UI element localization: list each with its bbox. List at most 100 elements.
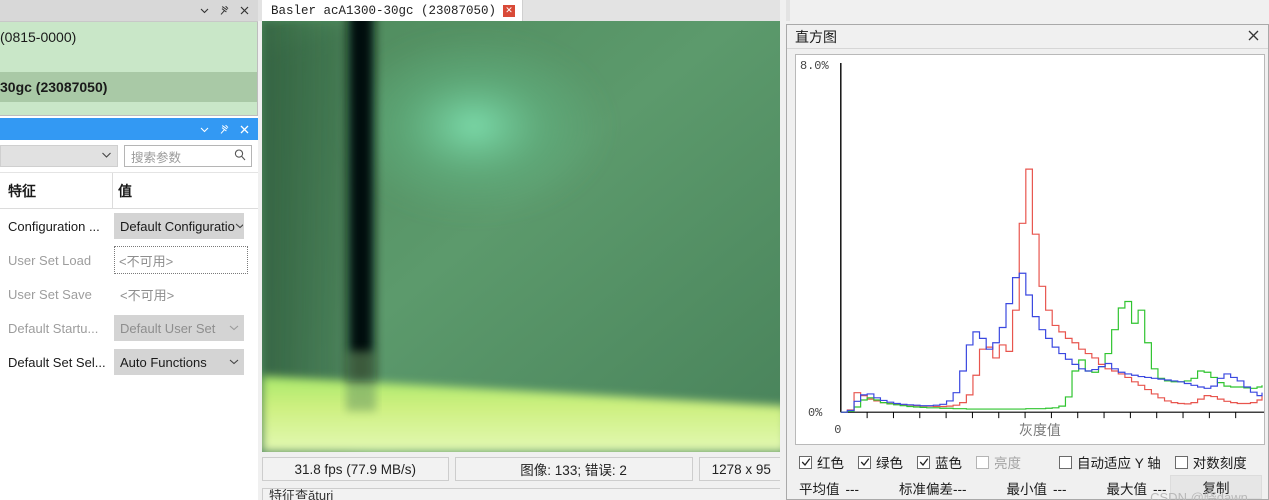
feature-value-text: <不可用> — [120, 287, 175, 303]
stat-max-value: --- — [1153, 482, 1167, 497]
stat-stddev-label: 标准偏差 — [899, 482, 953, 497]
stat-stddev: 标准偏差 --- — [899, 478, 967, 498]
table-row[interactable]: Configuration ... Default Configuratio — [0, 209, 258, 243]
checkbox-box — [976, 455, 989, 469]
column-header-value: 值 — [112, 173, 258, 208]
table-row[interactable]: User Set Save <不可用> — [0, 277, 258, 311]
search-input[interactable]: 搜索参数 — [124, 145, 252, 167]
device-panel-titlebar — [0, 0, 258, 22]
device-tree-item[interactable]: (0815-0000) — [0, 22, 257, 52]
feature-name: Default Startu... — [8, 320, 99, 336]
feature-value-select[interactable]: Default Configuratio — [114, 213, 244, 239]
table-row[interactable]: Default Startu... Default User Set — [0, 311, 258, 345]
histogram-window: 直方图 8.0% 0% 0 灰度值 红色 绿色 蓝色 亮度 自动适应 Y 轴 对… — [786, 24, 1269, 500]
histogram-controls: 红色 绿色 蓝色 亮度 自动适应 Y 轴 对数刻度 平均值 --- 标准偏差 -… — [787, 449, 1269, 500]
series-红色 — [840, 168, 1263, 413]
camera-live-image[interactable] — [262, 21, 786, 452]
feature-name: User Set Load — [8, 252, 92, 268]
chevron-down-icon — [101, 151, 112, 162]
feature-name: Default Set Sel... — [8, 354, 106, 370]
checkbox-box — [917, 455, 930, 469]
feature-value-text: Auto Functions — [120, 354, 207, 370]
chevron-down-icon — [235, 221, 243, 232]
close-icon[interactable] — [1247, 29, 1260, 45]
feature-name: User Set Save — [8, 286, 92, 302]
tab-label: Basler acA1300-30gc (23087050) — [271, 3, 497, 18]
camera-tabstrip: Basler acA1300-30gc (23087050) ✕ — [258, 0, 790, 21]
search-placeholder: 搜索参数 — [131, 150, 182, 165]
stat-mean: 平均值 --- — [799, 478, 859, 498]
search-icon — [233, 148, 247, 165]
close-icon[interactable] — [236, 3, 252, 19]
close-icon[interactable] — [236, 121, 252, 137]
checkbox-auto-fit-y-axis[interactable]: 自动适应 Y 轴 — [1059, 452, 1161, 472]
histogram-curves — [840, 168, 1263, 413]
checkbox-luminance: 亮度 — [976, 452, 1021, 472]
y-axis-min-label: 0% — [808, 406, 823, 420]
checkbox-label: 绿色 — [876, 456, 903, 471]
chevron-down-icon[interactable] — [196, 3, 212, 19]
parameters-toolbar: 搜索参数 — [0, 140, 258, 173]
pin-icon[interactable] — [216, 3, 232, 19]
camera-frame — [262, 21, 786, 452]
pin-icon[interactable] — [216, 121, 232, 137]
copy-button[interactable]: 复制 — [1170, 475, 1262, 499]
feature-value-text: <不可用> — [119, 253, 174, 269]
x-axis-label: 灰度值 — [1019, 422, 1061, 438]
checkbox-red[interactable]: 红色 — [799, 452, 844, 472]
y-axis-max-label: 8.0% — [800, 59, 830, 73]
camera-status-bar: 31.8 fps (77.9 MB/s) 图像: 133; 错误: 2 1278… — [262, 456, 790, 482]
status-resolution: 1278 x 95 — [698, 457, 790, 481]
checkbox-box — [858, 455, 871, 469]
checkbox-green[interactable]: 绿色 — [858, 452, 903, 472]
app-root: (0815-0000) 30gc (23087050) 搜索参数 特征 值 Co… — [0, 0, 1269, 500]
checkbox-log-scale[interactable]: 对数刻度 — [1174, 452, 1247, 472]
close-icon[interactable]: ✕ — [503, 4, 516, 17]
status-image-count: 图像: 133; 错误: 2 — [454, 457, 693, 481]
checkbox-blue[interactable]: 蓝色 — [917, 452, 962, 472]
histogram-title: 直方图 — [795, 28, 837, 45]
checkbox-box — [799, 455, 812, 469]
feature-value-select[interactable]: Auto Functions — [114, 349, 244, 375]
parameters-titlebar — [0, 118, 258, 140]
chevron-down-icon — [229, 357, 239, 368]
camera-window: Basler acA1300-30gc (23087050) ✕ 31.8 fp… — [258, 0, 790, 500]
stat-min-value: --- — [1053, 482, 1067, 497]
device-tree-item-label: (0815-0000) — [0, 29, 77, 45]
checkbox-label: 红色 — [817, 456, 844, 471]
feature-name: Configuration ... — [8, 218, 100, 234]
device-tree[interactable]: (0815-0000) 30gc (23087050) — [0, 22, 258, 116]
stat-max-label: 最大值 — [1106, 482, 1148, 497]
feature-value-text: Default Configuratio — [120, 218, 235, 234]
feature-value-field[interactable]: <不可用> — [114, 246, 248, 274]
checkbox-box — [1059, 455, 1072, 469]
parameter-filter-select[interactable] — [0, 145, 118, 167]
chevron-down-icon[interactable] — [196, 121, 212, 137]
device-tree-item-selected[interactable]: 30gc (23087050) — [0, 72, 257, 102]
tab-camera-stream[interactable]: Basler acA1300-30gc (23087050) ✕ — [262, 0, 524, 21]
feature-value-select[interactable]: Default User Set — [114, 315, 244, 341]
histogram-plot: 8.0% 0% 0 灰度值 — [795, 54, 1265, 445]
stat-stddev-value: --- — [953, 482, 967, 497]
status-fps: 31.8 fps (77.9 MB/s) — [262, 457, 449, 481]
column-header-feature: 特征 — [8, 182, 36, 199]
x-axis-ticks — [866, 412, 1237, 419]
checkbox-box — [1174, 455, 1188, 469]
device-tree-item-label: 30gc (23087050) — [0, 79, 108, 95]
feature-table-body: Configuration ... Default Configuratio U… — [0, 209, 258, 379]
chevron-down-icon — [229, 323, 239, 334]
checkbox-label: 亮度 — [994, 456, 1021, 471]
checkbox-label: 对数刻度 — [1192, 456, 1247, 471]
table-row[interactable]: User Set Load <不可用> — [0, 243, 258, 277]
stat-max: 最大值 --- — [1107, 478, 1167, 498]
stat-min: 最小值 --- — [1007, 478, 1067, 498]
feature-value-text: Default User Set — [120, 320, 216, 336]
channel-checkbox-row: 红色 绿色 蓝色 亮度 自动适应 Y 轴 对数刻度 — [787, 449, 1269, 475]
table-row[interactable]: Default Set Sel... Auto Functions — [0, 345, 258, 379]
checkbox-label: 蓝色 — [935, 456, 962, 471]
histogram-svg: 8.0% 0% 0 灰度值 — [800, 59, 1264, 438]
stat-mean-label: 平均值 — [799, 482, 840, 497]
stat-min-label: 最小值 — [1006, 482, 1048, 497]
feature-table-header: 特征 值 — [0, 173, 258, 209]
histogram-titlebar: 直方图 — [787, 25, 1268, 49]
